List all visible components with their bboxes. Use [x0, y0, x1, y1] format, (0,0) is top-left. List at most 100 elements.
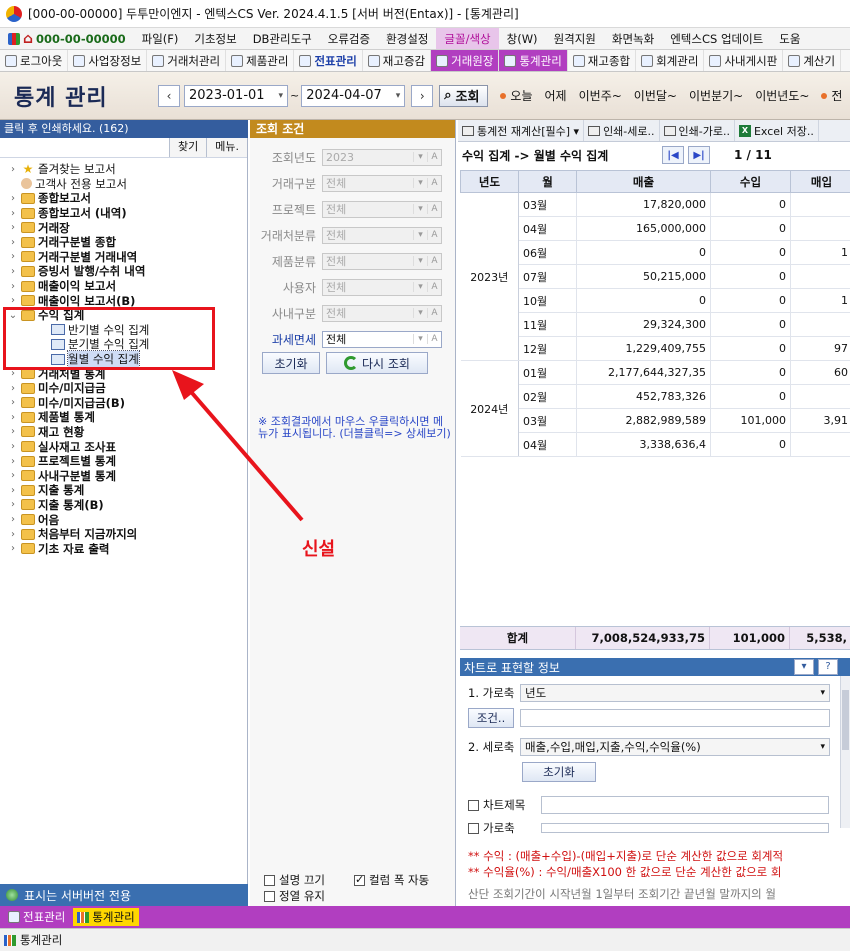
expand-icon[interactable]: › — [8, 485, 18, 496]
column-header[interactable]: 년도 — [460, 170, 519, 193]
checkbox-box[interactable] — [264, 890, 275, 902]
menu-item[interactable]: 화면녹화 — [604, 28, 662, 49]
toolbar-item[interactable]: 사업장정보 — [68, 50, 148, 71]
expand-icon[interactable]: › — [8, 412, 18, 423]
expand-icon[interactable]: › — [8, 529, 18, 540]
expand-icon[interactable]: › — [8, 543, 18, 554]
menu-item[interactable]: 창(W) — [499, 28, 546, 49]
hide-description-checkbox[interactable]: 설명 끄기 — [264, 872, 325, 888]
expand-icon[interactable]: › — [8, 237, 18, 248]
checkbox-box[interactable] — [264, 874, 275, 886]
font-a-icon[interactable]: A — [427, 230, 441, 240]
quick-range-item[interactable]: 이번년도~ — [755, 87, 809, 104]
print-landscape-button[interactable]: 인쇄-가로.. — [660, 120, 735, 141]
print-portrait-button[interactable]: 인쇄-세로.. — [584, 120, 660, 141]
menu-item[interactable]: 원격지원 — [546, 28, 604, 49]
expand-icon[interactable]: › — [8, 441, 18, 452]
column-header[interactable]: 월 — [518, 170, 577, 193]
chevron-down-icon[interactable]: ▾ — [413, 256, 427, 266]
menu-item[interactable]: DB관리도구 — [245, 28, 320, 49]
font-a-icon[interactable]: A — [427, 334, 441, 344]
tree-node[interactable]: › 거래구분별 종합 — [0, 235, 247, 250]
keep-sort-checkbox[interactable]: 정열 유지 — [264, 888, 325, 904]
help-button[interactable]: ? — [818, 659, 838, 675]
x-axis-select[interactable]: 년도 ▾ — [520, 684, 830, 702]
tree-node[interactable]: › 매출이익 보고서(B) — [0, 293, 247, 308]
toolbar-item[interactable]: 통계관리 — [499, 50, 568, 71]
toolbar-item[interactable]: 재고증감 — [363, 50, 432, 71]
chevron-down-icon[interactable]: ▾ — [278, 91, 283, 101]
recalculate-button[interactable]: 통계전 재계산[필수] ▾ — [458, 120, 585, 141]
quick-range-item[interactable]: 오늘 — [500, 87, 533, 104]
table-row[interactable]: 11월 29,324,300 0 — [461, 312, 850, 337]
toolbar-item[interactable]: 재고종합 — [568, 50, 637, 71]
menu-item[interactable]: 파일(F) — [134, 28, 187, 49]
expand-icon[interactable]: › — [8, 266, 18, 277]
table-row[interactable]: 12월 1,229,409,755 0 97 — [461, 336, 850, 361]
expand-icon[interactable]: › — [8, 164, 18, 175]
tab-statistics-management[interactable]: 통계관리 — [73, 908, 139, 926]
auto-column-width-checkbox[interactable]: 컬럼 폭 자동 — [354, 872, 429, 888]
column-header[interactable]: 매입 — [790, 170, 850, 193]
table-row[interactable]: 04월 3,338,636,4 0 — [461, 432, 850, 457]
chevron-down-icon[interactable]: ▾ — [396, 91, 401, 101]
condition-select[interactable]: 2023 ▾ A — [322, 148, 442, 166]
expand-icon[interactable]: › — [8, 426, 18, 437]
menu-item[interactable]: 오류검증 — [320, 28, 378, 49]
table-row[interactable]: 2024년 01월 2,177,644,327,35 0 60 — [460, 360, 850, 457]
condition-select[interactable]: 전체 ▾ A — [322, 226, 442, 244]
font-a-icon[interactable]: A — [427, 308, 441, 318]
font-a-icon[interactable]: A — [427, 256, 441, 266]
font-a-icon[interactable]: A — [427, 178, 441, 188]
condition-button[interactable]: 조건.. — [468, 708, 514, 728]
quick-range-item[interactable]: 이번분기~ — [689, 87, 743, 104]
tab-voucher-management[interactable]: 전표관리 — [4, 908, 69, 926]
condition-select[interactable]: 전체 ▾ A — [322, 200, 442, 218]
table-row[interactable]: 10월 0 0 1 — [461, 288, 850, 313]
expand-icon[interactable]: › — [8, 456, 18, 467]
column-header[interactable]: 수입 — [710, 170, 791, 193]
expand-icon[interactable]: › — [8, 397, 18, 408]
next-period-button[interactable]: › — [411, 84, 434, 107]
chart-title-checkbox[interactable] — [468, 799, 479, 811]
table-row[interactable]: 03월 2,882,989,589 101,000 3,91 — [461, 408, 850, 433]
checkbox-box[interactable] — [354, 873, 365, 886]
prev-period-button[interactable]: ‹ — [158, 84, 180, 107]
expand-icon[interactable]: › — [8, 193, 18, 204]
expand-icon[interactable]: › — [8, 514, 18, 525]
expand-icon[interactable]: › — [8, 499, 18, 510]
chevron-down-icon[interactable]: ▾ — [413, 308, 427, 318]
chevron-down-icon[interactable]: ▾ — [413, 230, 427, 240]
condition-select[interactable]: 전체 ▾ A — [322, 304, 442, 322]
tree-node[interactable]: › 증빙서 발행/수취 내역 — [0, 264, 247, 279]
quick-range-item[interactable]: 이번주~ — [579, 87, 622, 104]
expand-icon[interactable]: › — [8, 251, 18, 262]
table-row[interactable]: 07월 50,215,000 0 — [461, 264, 850, 289]
table-row[interactable]: 06월 0 0 1 — [461, 240, 850, 265]
condition-select[interactable]: 전체 ▾ A — [322, 278, 442, 296]
tree-node[interactable]: › 매출이익 보고서 — [0, 279, 247, 294]
date-from-field[interactable]: 2023-01-01 ▾ — [184, 84, 288, 107]
expand-icon[interactable]: › — [8, 383, 18, 394]
font-a-icon[interactable]: A — [427, 282, 441, 292]
condition-input[interactable] — [520, 709, 830, 727]
column-header[interactable]: 매출 — [576, 170, 711, 193]
tree-node[interactable]: › 종합보고서 (내역) — [0, 206, 247, 221]
toolbar-item[interactable]: 전표관리 — [294, 50, 363, 71]
tree-node[interactable]: › 거래구분별 거래내역 — [0, 250, 247, 265]
toolbar-item[interactable]: 거래처관리 — [147, 50, 227, 71]
expand-icon[interactable]: › — [8, 295, 18, 306]
menu-item[interactable]: 환경설정 — [378, 28, 436, 49]
font-a-icon[interactable]: A — [427, 152, 441, 162]
tree-node[interactable]: 고객사 전용 보고서 — [0, 177, 247, 192]
chevron-down-icon[interactable]: ▾ — [413, 334, 427, 344]
table-row[interactable]: 04월 165,000,000 0 — [461, 216, 850, 241]
expand-icon[interactable]: › — [8, 222, 18, 233]
toolbar-item[interactable]: 거래원장 — [431, 50, 500, 71]
condition-select[interactable]: 전체 ▾ A — [322, 330, 442, 348]
chart-title-input[interactable] — [541, 796, 829, 814]
toolbar-item[interactable]: 로그아웃 — [0, 50, 69, 71]
x-axis-checkbox[interactable] — [468, 822, 479, 834]
expand-icon[interactable]: › — [8, 208, 18, 219]
tree-node[interactable]: › ★ 즐겨찾는 보고서 — [0, 162, 247, 177]
